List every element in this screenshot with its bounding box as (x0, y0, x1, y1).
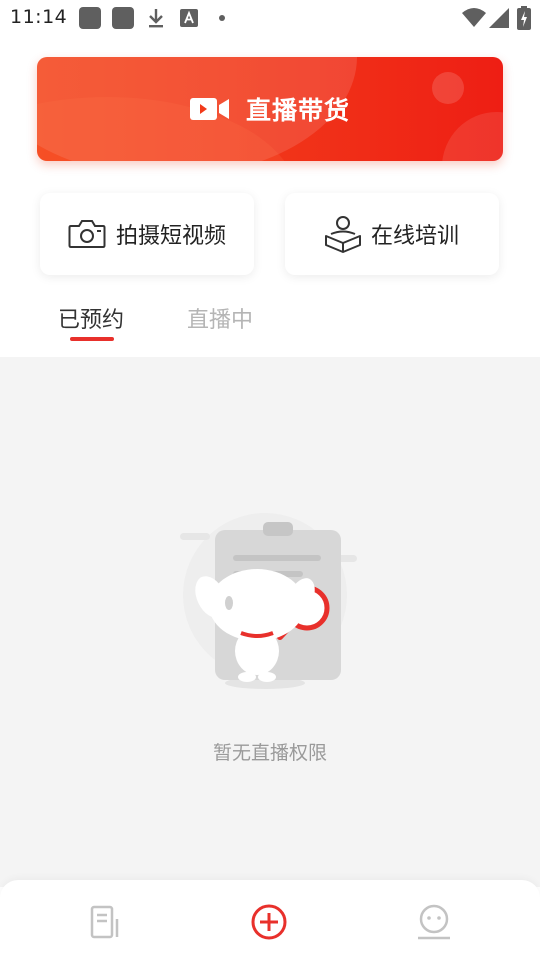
nav-add[interactable] (249, 902, 289, 942)
empty-mascot-illustration (180, 513, 357, 689)
reading-person-icon (324, 216, 361, 253)
nav-profile[interactable] (414, 902, 454, 942)
download-icon (149, 9, 163, 28)
video-camera-icon (189, 98, 229, 120)
app-notification-icon (79, 7, 101, 29)
tab-reserved[interactable]: 已预约 (58, 302, 124, 334)
app-notification-icon (112, 7, 134, 29)
signal-icon (489, 8, 509, 28)
profile-face-icon (418, 904, 450, 940)
status-bar: 11:14 (0, 0, 540, 36)
bottom-nav (0, 880, 540, 960)
feature-label: 在线培训 (370, 224, 459, 249)
live-commerce-banner[interactable]: 直播带货 (37, 57, 503, 161)
feature-label: 拍摄短视频 (115, 224, 226, 249)
battery-charging-icon (517, 6, 531, 30)
content-area: 暂无直播权限 (0, 357, 540, 887)
document-icon (90, 905, 119, 939)
tab-bar: 已预约 直播中 (0, 296, 540, 356)
banner-label: 直播带货 (245, 96, 350, 125)
camera-icon (68, 220, 106, 248)
dot-icon (219, 15, 225, 21)
font-icon (180, 9, 198, 27)
status-time: 11:14 (10, 6, 68, 28)
empty-state-message: 暂无直播权限 (212, 742, 327, 764)
tab-live-now[interactable]: 直播中 (187, 302, 253, 334)
add-circle-icon (251, 904, 287, 940)
online-training-button[interactable]: 在线培训 (285, 193, 499, 275)
wifi-icon (462, 8, 486, 27)
shoot-short-video-button[interactable]: 拍摄短视频 (40, 193, 254, 275)
tab-indicator (70, 337, 114, 341)
nav-document[interactable] (86, 902, 126, 942)
